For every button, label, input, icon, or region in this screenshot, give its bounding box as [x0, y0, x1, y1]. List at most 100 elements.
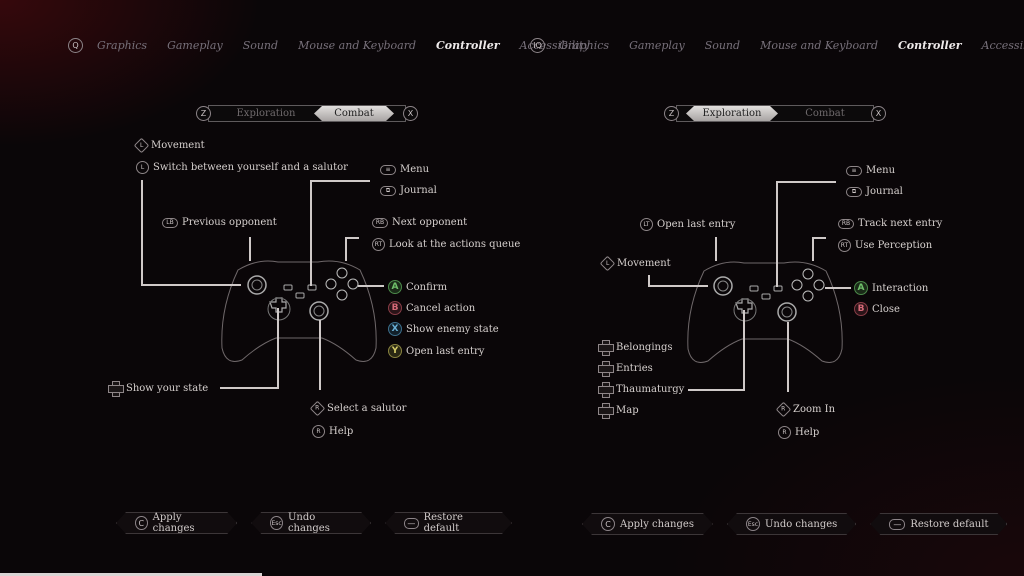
tab-mouse-keyboard[interactable]: Mouse and Keyboard — [298, 39, 416, 52]
a-button — [336, 289, 348, 301]
restore-default-button[interactable]: — Restore default — [870, 513, 1007, 535]
label-close: B Close — [854, 302, 900, 316]
dpad-right-icon — [598, 361, 614, 377]
mode-combat[interactable]: Combat — [780, 106, 870, 121]
connector-line — [345, 237, 347, 261]
mode-switch: Z Exploration Combat X — [196, 104, 418, 123]
apply-changes-button[interactable]: C Apply changes — [582, 513, 713, 535]
label-actions-queue: RT Look at the actions queue — [372, 238, 520, 251]
z-key-icon[interactable]: Z — [664, 106, 679, 121]
label-select-salutor: R Select a salutor — [309, 400, 406, 417]
label-interaction: A Interaction — [854, 281, 928, 295]
mode-combat[interactable]: Combat — [314, 106, 394, 121]
z-key-icon[interactable]: Z — [196, 106, 211, 121]
connector-line — [688, 389, 745, 391]
connector-line — [141, 284, 241, 286]
q-key-icon[interactable]: Q — [68, 38, 83, 53]
label-perception: RT Use Perception — [838, 239, 932, 252]
label-enemy-state: X Show enemy state — [388, 322, 499, 336]
connector-line — [277, 308, 279, 388]
tab-controller[interactable]: Controller — [436, 39, 499, 52]
label-entries: Entries — [598, 361, 653, 377]
dpad-icon — [108, 381, 124, 397]
rt-icon: RT — [838, 239, 851, 252]
right-stick-icon: R — [775, 401, 792, 418]
label-prev-opponent: LB Previous opponent — [162, 217, 277, 228]
connector-line — [812, 237, 826, 239]
mode-exploration[interactable]: Exploration — [220, 106, 312, 121]
tab-graphics[interactable]: Graphics — [97, 39, 147, 52]
menu-icon: ≡ — [380, 164, 396, 175]
mode-switch: Z Exploration Combat X — [664, 104, 886, 123]
rb-icon: RB — [838, 218, 854, 229]
label-cancel: B Cancel action — [388, 301, 475, 315]
tab-graphics[interactable]: Graphics — [559, 39, 609, 52]
a-button-icon: A — [388, 280, 402, 294]
undo-changes-button[interactable]: Esc Undo changes — [727, 513, 856, 535]
connector-line — [743, 310, 745, 390]
exploration-panel: IQ Graphics Gameplay Sound Mouse and Key… — [512, 0, 1024, 576]
label-movement: L Movement — [599, 255, 671, 272]
tab-sound[interactable]: Sound — [705, 39, 740, 52]
right-stick-icon: R — [309, 400, 326, 417]
label-your-state: Show your state — [108, 381, 208, 397]
connector-line — [141, 180, 143, 286]
tab-controller[interactable]: Controller — [898, 39, 961, 52]
menu-icon: ≡ — [846, 165, 862, 176]
label-belongings: Belongings — [598, 340, 673, 356]
tab-accessibility[interactable]: Accessibility — [982, 39, 1024, 52]
dpad-up-icon — [598, 340, 614, 356]
label-switch: L Switch between yourself and a salutor — [136, 161, 348, 174]
label-journal: ⧉ Journal — [846, 186, 903, 197]
settings-nav: IQ Graphics Gameplay Sound Mouse and Key… — [530, 38, 1024, 53]
lt-icon: LT — [640, 218, 653, 231]
esc-key-icon: Esc — [746, 517, 760, 531]
iq-key-icon[interactable]: IQ — [530, 38, 545, 53]
label-track-next: RB Track next entry — [838, 218, 942, 229]
connector-line — [319, 320, 321, 390]
tab-sound[interactable]: Sound — [243, 39, 278, 52]
undo-changes-button[interactable]: Esc Undo changes — [251, 512, 371, 534]
y-button — [336, 267, 348, 279]
label-open-last: Y Open last entry — [388, 344, 484, 358]
label-map: Map — [598, 403, 639, 419]
x-button — [325, 278, 337, 290]
b-button — [347, 278, 359, 290]
space-key-icon: — — [889, 519, 905, 530]
x-key-icon[interactable]: X — [403, 106, 418, 121]
view-icon: ⧉ — [380, 185, 396, 196]
c-key-icon: C — [135, 516, 148, 530]
dpad-left-icon — [598, 382, 614, 398]
tab-gameplay[interactable]: Gameplay — [167, 39, 223, 52]
b-button-icon: B — [854, 302, 868, 316]
right-stick-press-icon: R — [312, 425, 325, 438]
connector-line — [310, 180, 312, 286]
action-buttons: C Apply changes Esc Undo changes — Restore … — [582, 513, 1007, 535]
b-button-icon: B — [388, 301, 402, 315]
mode-exploration[interactable]: Exploration — [686, 106, 778, 121]
connector-line — [812, 237, 814, 261]
tab-mouse-keyboard[interactable]: Mouse and Keyboard — [760, 39, 878, 52]
left-stick — [247, 275, 267, 295]
label-confirm: A Confirm — [388, 280, 447, 294]
label-help: R Help — [778, 426, 819, 439]
c-key-icon: C — [601, 517, 615, 531]
tab-gameplay[interactable]: Gameplay — [629, 39, 685, 52]
connector-line — [249, 237, 251, 261]
y-button-icon: Y — [388, 344, 402, 358]
space-key-icon: — — [404, 518, 418, 529]
restore-default-button[interactable]: — Restore default — [385, 512, 512, 534]
label-journal: ⧉ Journal — [380, 185, 437, 196]
controller-diagram — [687, 261, 843, 363]
dpad-down-icon — [598, 403, 614, 419]
label-menu: ≡ Menu — [846, 165, 895, 176]
connector-line — [310, 180, 370, 182]
connector-line — [358, 285, 384, 287]
controller-diagram — [221, 260, 377, 362]
label-zoom-in: R Zoom In — [775, 401, 835, 418]
label-open-last: LT Open last entry — [640, 218, 735, 231]
apply-changes-button[interactable]: C Apply changes — [116, 512, 237, 534]
x-key-icon[interactable]: X — [871, 106, 886, 121]
left-stick-press-icon: L — [136, 161, 149, 174]
action-buttons: C Apply changes Esc Undo changes — Restore … — [116, 512, 512, 534]
